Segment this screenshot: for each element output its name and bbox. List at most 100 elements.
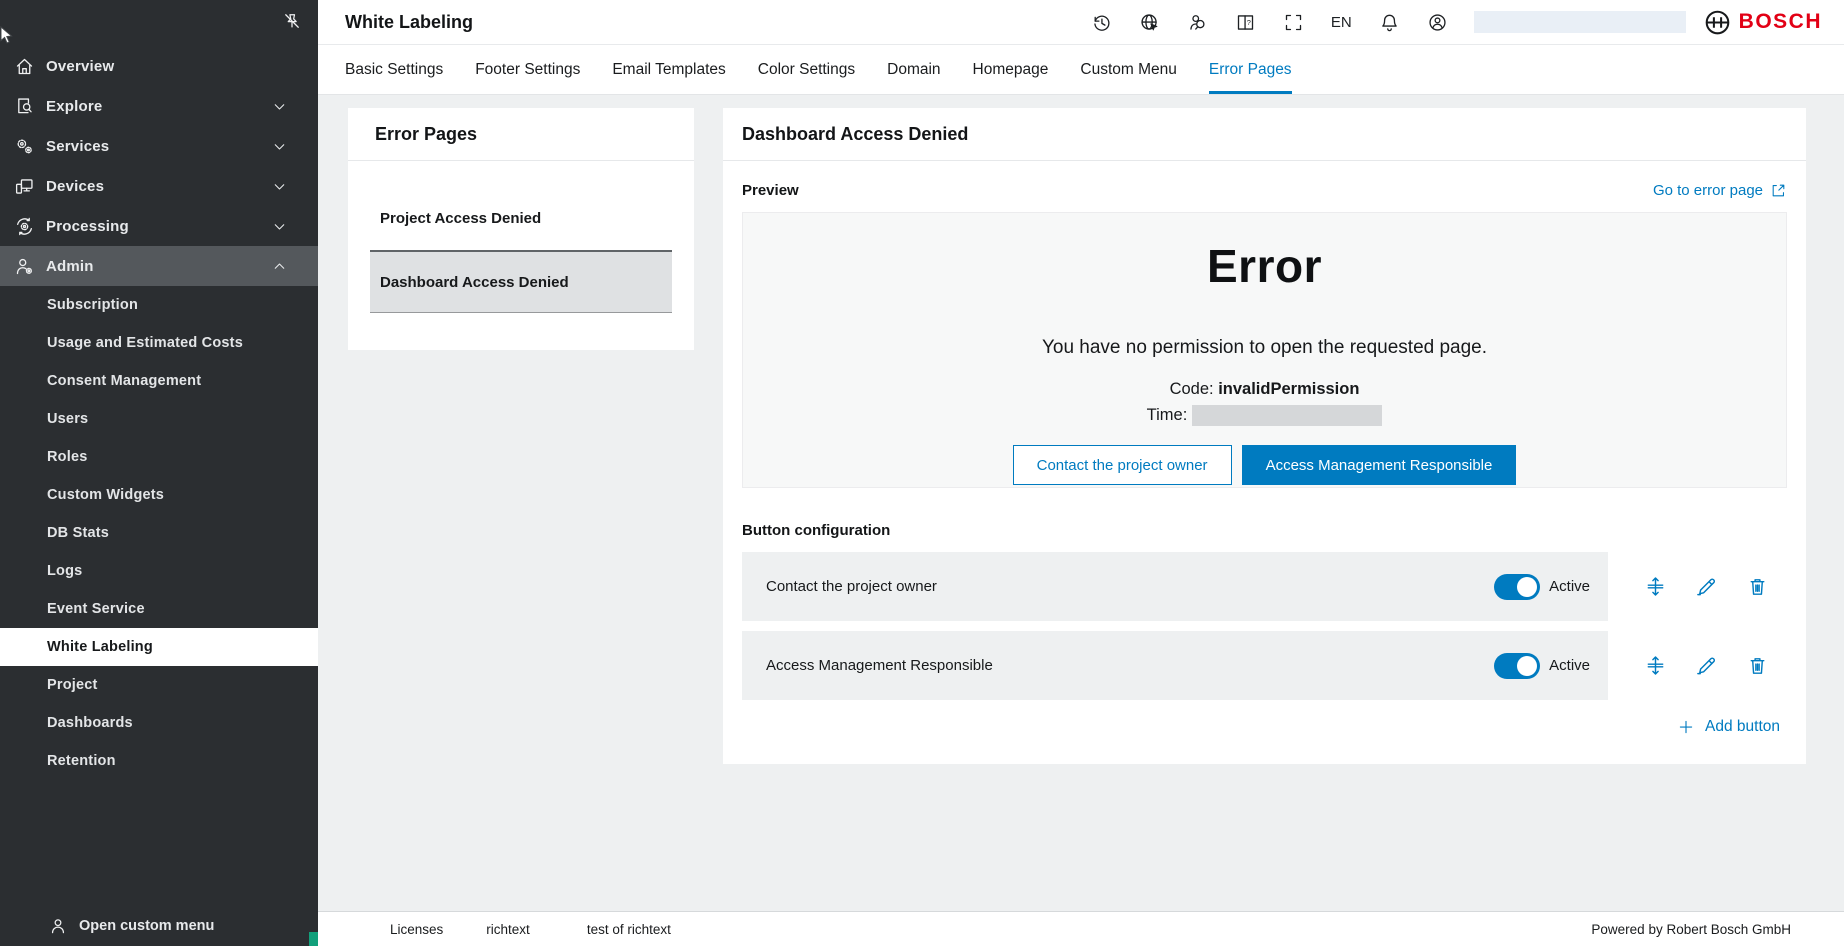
edit-icon[interactable] bbox=[1695, 654, 1718, 677]
active-toggle[interactable] bbox=[1494, 574, 1540, 600]
detail-panel: Dashboard Access Denied Preview Go to er… bbox=[723, 108, 1806, 764]
add-button[interactable]: Add button bbox=[1677, 718, 1780, 736]
home-icon bbox=[14, 56, 35, 77]
sidebar-item-processing[interactable]: Processing bbox=[0, 206, 318, 246]
reorder-icon[interactable] bbox=[1644, 575, 1667, 598]
add-button-label: Add button bbox=[1705, 718, 1780, 736]
explore-icon bbox=[14, 96, 35, 117]
processing-icon bbox=[14, 216, 35, 237]
active-toggle[interactable] bbox=[1494, 653, 1540, 679]
delete-icon[interactable] bbox=[1746, 575, 1769, 598]
chevron-down-icon bbox=[271, 98, 288, 115]
sub-item-label: Roles bbox=[47, 449, 88, 465]
config-row: Contact the project owner Active bbox=[742, 552, 1608, 621]
sidebar-item-overview[interactable]: Overview bbox=[0, 46, 318, 86]
sidebar-subitem-custom-widgets[interactable]: Custom Widgets bbox=[0, 476, 318, 514]
sub-item-label: Logs bbox=[47, 563, 82, 579]
sub-item-label: Custom Widgets bbox=[47, 487, 164, 503]
tab-basic-settings[interactable]: Basic Settings bbox=[345, 45, 443, 94]
chat-widget-sliver[interactable] bbox=[309, 932, 318, 946]
config-row-wrapper: Contact the project owner Active bbox=[742, 552, 1806, 621]
sidebar-item-explore[interactable]: Explore bbox=[0, 86, 318, 126]
powered-by-text: Powered by Robert Bosch GmbH bbox=[1591, 922, 1791, 937]
footer-link-licenses[interactable]: Licenses bbox=[390, 922, 443, 937]
tab-homepage[interactable]: Homepage bbox=[973, 45, 1049, 94]
account-icon[interactable] bbox=[1427, 12, 1448, 33]
preview-error-code: Code: invalidPermission bbox=[743, 380, 1786, 399]
svg-text:?: ? bbox=[1247, 17, 1251, 26]
sidebar-subitem-logs[interactable]: Logs bbox=[0, 552, 318, 590]
error-pages-panel: Error Pages Project Access Denied Dashbo… bbox=[348, 108, 694, 350]
sidebar-item-admin[interactable]: Admin bbox=[0, 246, 318, 286]
list-item-project-access-denied[interactable]: Project Access Denied bbox=[370, 187, 672, 250]
sidebar-subitem-event-service[interactable]: Event Service bbox=[0, 590, 318, 628]
sub-item-label: Subscription bbox=[47, 297, 138, 313]
sidebar-subitem-retention[interactable]: Retention bbox=[0, 742, 318, 780]
tab-email-templates[interactable]: Email Templates bbox=[612, 45, 725, 94]
sidebar-item-services[interactable]: Services bbox=[0, 126, 318, 166]
sub-item-label: Users bbox=[47, 411, 88, 427]
preview-button-access-management-responsible[interactable]: Access Management Responsible bbox=[1242, 445, 1517, 485]
error-pages-list: Project Access Denied Dashboard Access D… bbox=[348, 161, 694, 313]
reorder-icon[interactable] bbox=[1644, 654, 1667, 677]
tab-footer-settings[interactable]: Footer Settings bbox=[475, 45, 580, 94]
sub-item-label: DB Stats bbox=[47, 525, 109, 541]
sidebar-subitem-roles[interactable]: Roles bbox=[0, 438, 318, 476]
open-custom-menu-label: Open custom menu bbox=[79, 918, 214, 934]
sidebar-subitem-users[interactable]: Users bbox=[0, 400, 318, 438]
notifications-icon[interactable] bbox=[1379, 12, 1400, 33]
history-icon[interactable] bbox=[1091, 12, 1112, 33]
tab-domain[interactable]: Domain bbox=[887, 45, 940, 94]
toggle-status-label: Active bbox=[1549, 578, 1590, 595]
sidebar-subitem-project[interactable]: Project bbox=[0, 666, 318, 704]
tab-error-pages[interactable]: Error Pages bbox=[1209, 45, 1292, 94]
open-custom-menu-button[interactable]: Open custom menu bbox=[0, 906, 318, 946]
preview-error-title: Error bbox=[743, 239, 1786, 293]
sidebar-subitem-subscription[interactable]: Subscription bbox=[0, 286, 318, 324]
globe-icon[interactable] bbox=[1139, 12, 1160, 33]
sidebar-subitem-consent-management[interactable]: Consent Management bbox=[0, 362, 318, 400]
fullscreen-icon[interactable] bbox=[1283, 12, 1304, 33]
chevron-down-icon bbox=[271, 138, 288, 155]
sidebar-subitem-dashboards[interactable]: Dashboards bbox=[0, 704, 318, 742]
time-value-redacted bbox=[1192, 405, 1382, 426]
app-footer: Licenses richtext test of richtext Power… bbox=[318, 911, 1844, 946]
sidebar-subitem-db-stats[interactable]: DB Stats bbox=[0, 514, 318, 552]
tab-custom-menu[interactable]: Custom Menu bbox=[1080, 45, 1176, 94]
edit-icon[interactable] bbox=[1695, 575, 1718, 598]
row-actions bbox=[1644, 654, 1769, 677]
sidebar-subitem-white-labeling[interactable]: White Labeling bbox=[0, 628, 318, 666]
user-search-icon[interactable] bbox=[1187, 12, 1208, 33]
error-pages-panel-title: Error Pages bbox=[348, 108, 694, 161]
help-book-icon[interactable]: ? bbox=[1235, 12, 1256, 33]
config-row-wrapper: Access Management Responsible Active bbox=[742, 631, 1806, 700]
preview-error-message: You have no permission to open the reque… bbox=[743, 337, 1786, 359]
config-row-label: Contact the project owner bbox=[766, 578, 1494, 595]
code-value: invalidPermission bbox=[1218, 380, 1359, 398]
footer-link-test-of-richtext[interactable]: test of richtext bbox=[587, 922, 671, 937]
language-selector[interactable]: EN bbox=[1331, 14, 1352, 31]
preview-button-contact-project-owner[interactable]: Contact the project owner bbox=[1013, 445, 1232, 485]
add-button-row: Add button bbox=[723, 718, 1780, 736]
chevron-down-icon bbox=[271, 218, 288, 235]
row-actions bbox=[1644, 575, 1769, 598]
footer-link-richtext[interactable]: richtext bbox=[486, 922, 530, 937]
bosch-wordmark: BOSCH bbox=[1739, 10, 1822, 34]
list-item-dashboard-access-denied[interactable]: Dashboard Access Denied bbox=[370, 250, 672, 313]
sidebar-item-devices[interactable]: Devices bbox=[0, 166, 318, 206]
sidebar-subitem-usage-and-estimated-costs[interactable]: Usage and Estimated Costs bbox=[0, 324, 318, 362]
preview-header: Preview Go to error page bbox=[742, 182, 1787, 199]
delete-icon[interactable] bbox=[1746, 654, 1769, 677]
go-to-error-page-link[interactable]: Go to error page bbox=[1653, 182, 1787, 199]
app-root: Overview Explore Services bbox=[0, 0, 1844, 946]
sub-item-label: Dashboards bbox=[47, 715, 133, 731]
mouse-cursor bbox=[0, 26, 13, 45]
chevron-up-icon bbox=[271, 258, 288, 275]
toggle-status-label: Active bbox=[1549, 657, 1590, 674]
preview-buttons: Contact the project owner Access Managem… bbox=[743, 445, 1786, 485]
config-row: Access Management Responsible Active bbox=[742, 631, 1608, 700]
tab-color-settings[interactable]: Color Settings bbox=[758, 45, 855, 94]
unpin-sidebar-icon[interactable] bbox=[282, 11, 302, 31]
services-icon bbox=[14, 136, 35, 157]
sidebar-nav: Overview Explore Services bbox=[0, 46, 318, 780]
